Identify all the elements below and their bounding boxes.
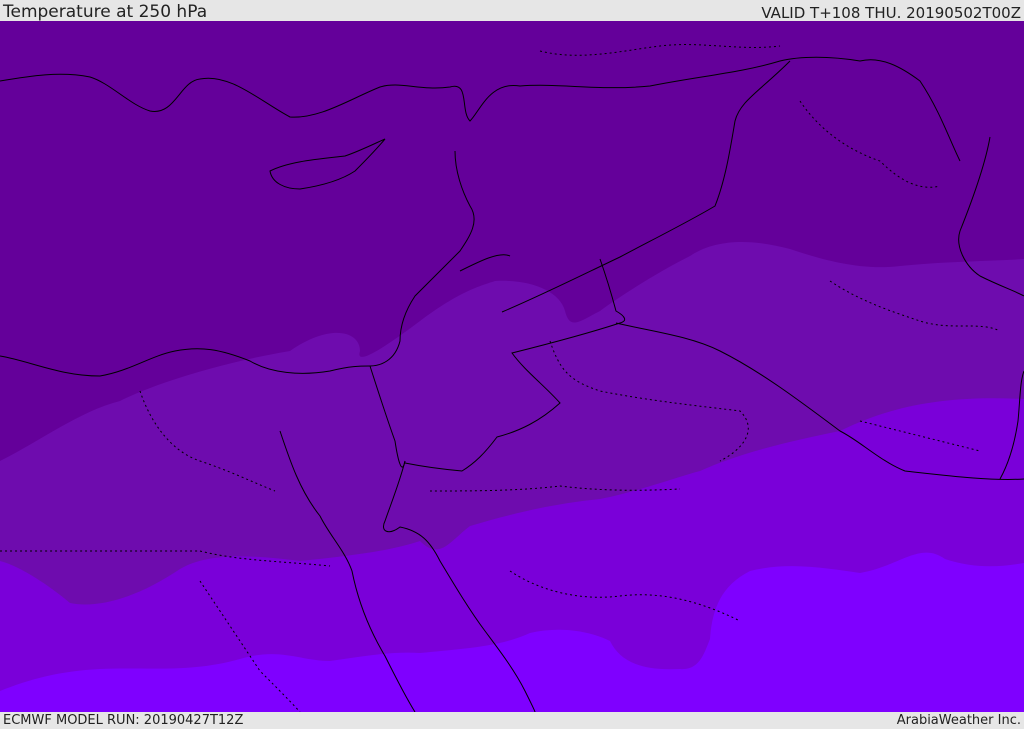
credit-label: ArabiaWeather Inc.	[896, 713, 1021, 728]
header-bar: Temperature at 250 hPa VALID T+108 THU. …	[0, 0, 1024, 22]
map-title: Temperature at 250 hPa	[3, 2, 208, 22]
valid-time: VALID T+108 THU. 20190502T00Z	[761, 4, 1021, 22]
footer-bar: ECMWF MODEL RUN: 20190427T12Z ArabiaWeat…	[0, 712, 1024, 729]
model-run-label: ECMWF MODEL RUN: 20190427T12Z	[3, 713, 244, 728]
temperature-map	[0, 21, 1024, 712]
map-canvas[interactable]	[0, 21, 1024, 712]
